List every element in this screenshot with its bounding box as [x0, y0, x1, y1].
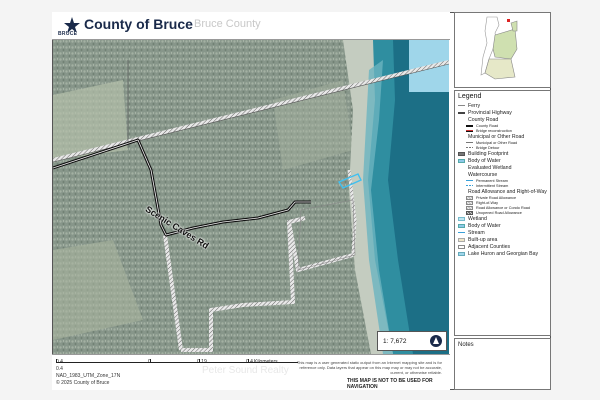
legend-item: Lake Huron and Georgian Bay [458, 250, 547, 257]
legend-list: Ferry Provincial Highway County Road County… [458, 102, 547, 257]
legend-item-label: Lake Huron and Georgian Bay [468, 250, 539, 257]
legend-item-label: Private Road Allowance [476, 195, 517, 200]
legend-item: Watercourse [458, 171, 547, 178]
north-arrow-icon [430, 335, 442, 347]
legend-symbol-icon [458, 223, 465, 228]
notes-title: Notes [458, 342, 474, 348]
legend-symbol-icon [466, 180, 473, 181]
notes-panel: Notes [454, 338, 551, 390]
legend-item-label: County Road [476, 123, 499, 128]
legend-symbol-icon [466, 124, 473, 127]
legend-symbol-icon [458, 190, 465, 194]
legend-item: Road Allowance and Right-of-Way [458, 188, 547, 195]
legend-symbol-icon [466, 210, 473, 215]
legend-item-label: Building Footprint [468, 150, 509, 157]
overview-inset-map[interactable] [454, 12, 551, 88]
legend-symbol-icon [466, 195, 473, 200]
legend-item: Body of Water [458, 157, 547, 164]
legend-symbol-icon [466, 200, 473, 205]
inset-canvas [480, 16, 518, 80]
copyright-text: © 2025 County of Bruce [56, 380, 110, 386]
legend-item-label: Intermittent Stream [476, 183, 509, 188]
map-footer: 0.4 0 0.19 0.4 Kilometers 0.4 NAD_1983_U… [52, 354, 450, 390]
map-scale-text: 1: 7,672 [383, 338, 407, 345]
legend-item-label: Unopened Road Allowance [476, 210, 522, 215]
navigation-warning: THIS MAP IS NOT TO BE USED FOR NAVIGATIO… [347, 378, 433, 390]
watermark: Peter Sound Realty [202, 365, 289, 376]
legend-symbol-icon [458, 251, 465, 256]
legend-symbol-icon [458, 244, 465, 249]
legend-symbol-icon [458, 232, 465, 233]
legend-symbol-icon [466, 185, 473, 186]
legend-symbol-icon [458, 151, 465, 156]
page-subtitle: Bruce County [194, 18, 261, 30]
legend-item: Built-up area [458, 236, 547, 243]
legend-item-label: Ferry [468, 102, 481, 109]
legend-item-label: Stream [468, 229, 485, 236]
legend-item: Building Footprint [458, 150, 547, 157]
legend-symbol-icon [466, 129, 473, 132]
legend-item-label: Adjacent Counties [468, 243, 511, 250]
legend-symbol-icon [466, 147, 473, 148]
logo-text: BRUCE [58, 31, 78, 37]
legend-symbol-icon [458, 173, 465, 177]
legend-symbol-icon [458, 237, 465, 242]
disclaimer-text: This map is a user generated static outp… [296, 360, 442, 375]
map-canvas [53, 40, 449, 354]
legend-symbol-icon [466, 142, 473, 143]
legend-symbol-icon [466, 205, 473, 210]
legend-item-label: Built-up area [468, 236, 498, 243]
legend-item-label: Municipal or Other Road [468, 133, 525, 140]
page-title: County of Bruce [84, 16, 193, 32]
legend-item-label: Evaluated Wetland [468, 164, 512, 171]
legend-item-label: Right-of-Way [476, 200, 499, 205]
legend-item: Wetland [458, 215, 547, 222]
legend-item: Adjacent Counties [458, 243, 547, 250]
legend-item-label: Watercourse [468, 171, 498, 178]
legend-item-label: Provincial Highway [468, 109, 512, 116]
legend-item: Body of Water [458, 222, 547, 229]
legend-item-label: Body of Water [468, 222, 501, 229]
legend-item-label: Road Allowance or Condo Road [476, 205, 531, 210]
legend-symbol-icon [458, 166, 465, 170]
legend-item: County Road [458, 116, 547, 123]
legend-item: Evaluated Wetland [458, 164, 547, 171]
legend-symbol-icon [458, 135, 465, 139]
legend-item-label: Wetland [468, 215, 487, 222]
legend-item: Municipal or Other Road [458, 133, 547, 140]
legend-symbol-icon [458, 158, 465, 163]
legend-item-label: Road Allowance and Right-of-Way [468, 188, 547, 195]
legend-item: Stream [458, 229, 547, 236]
legend-panel: Legend Ferry Provincial Highway County Roa… [454, 90, 551, 336]
projection-text: NAD_1983_UTM_Zone_17N [56, 373, 121, 379]
legend-item-label: Body of Water [468, 157, 501, 164]
legend-item-label: Bridge reconstruction [476, 128, 512, 133]
scalebar-tick-1: 0 [148, 359, 151, 365]
legend-symbol-icon [458, 118, 465, 122]
legend-title: Legend [458, 93, 482, 100]
scale-units-left: 0.4 [56, 366, 63, 372]
legend-item: Provincial Highway [458, 109, 547, 116]
legend-symbol-icon [458, 111, 465, 114]
scalebar-tick-0: 0.4 [56, 359, 63, 365]
legend-symbol-icon [458, 216, 465, 221]
aerial-map[interactable] [53, 40, 449, 354]
legend-item-label: Municipal or Other Road [476, 140, 518, 145]
map-scale-box: 1: 7,672 [377, 331, 447, 351]
legend-symbol-icon [458, 105, 465, 106]
legend-item-label: County Road [468, 116, 499, 123]
map-header: BRUCE County of Bruce Bruce County [52, 12, 450, 40]
legend-item-label: Bridge Detour [476, 145, 500, 150]
legend-item-label: Permanent Stream [476, 178, 508, 183]
legend-item: Ferry [458, 102, 547, 109]
